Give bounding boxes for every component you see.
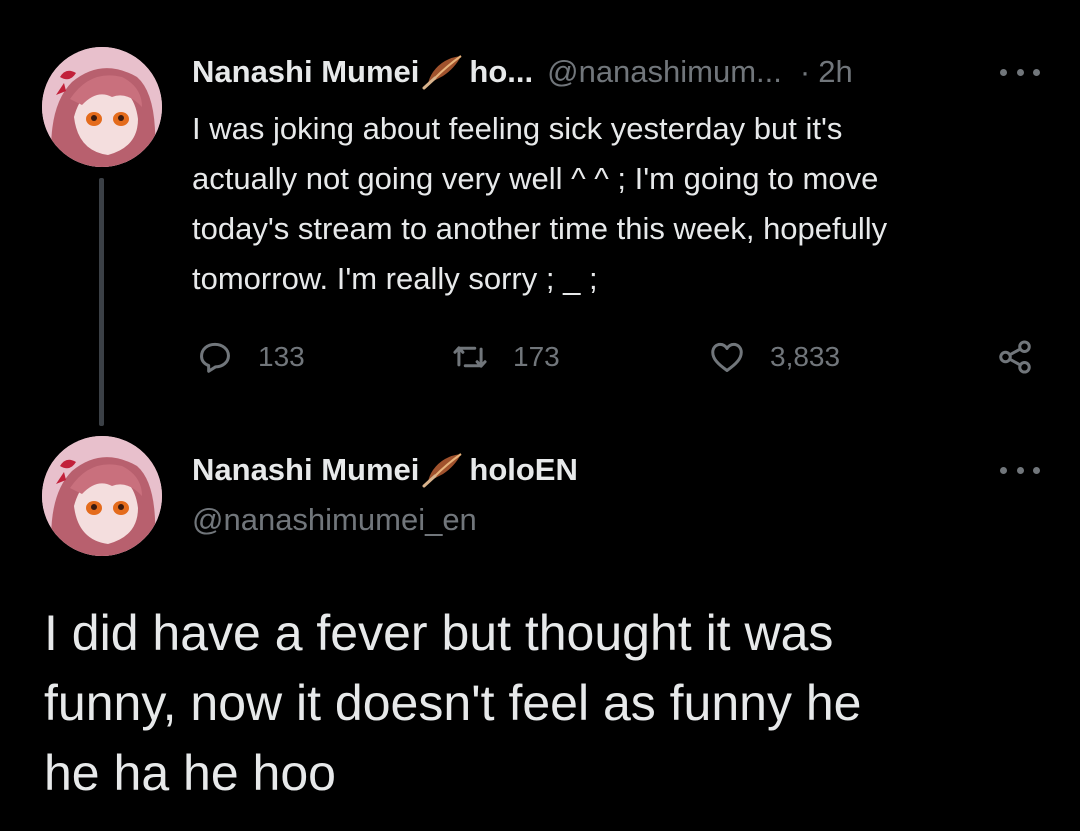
- avatar[interactable]: [42, 436, 162, 556]
- reply-count: 133: [258, 341, 305, 372]
- main-tweet-header: Nanashi Mumei holoEN: [192, 450, 578, 490]
- affiliation: holoEN: [469, 452, 578, 487]
- share-button[interactable]: [996, 335, 1034, 379]
- avatar-image: [42, 47, 162, 167]
- thread-connector-line: [99, 178, 104, 426]
- feather-icon: [421, 452, 465, 488]
- handle[interactable]: @nanashimum...: [547, 52, 782, 92]
- tweet-text-line: he ha he hoo: [44, 745, 336, 801]
- tweet-text-line: tomorrow. I'm really sorry ; _ ;: [192, 261, 598, 296]
- tweet-text-line: funny, now it doesn't feel as funny he: [44, 675, 862, 731]
- reply-tweet-header: Nanashi Mumei ho... @nanashimum... · 2h: [192, 52, 853, 92]
- affiliation-truncated: ho...: [469, 54, 534, 89]
- timestamp[interactable]: 2h: [818, 52, 852, 92]
- main-tweet-text: I did have a fever but thought it was fu…: [44, 598, 1064, 808]
- more-icon[interactable]: [1000, 62, 1040, 82]
- handle[interactable]: @nanashimumei_en: [192, 500, 477, 540]
- reply-icon: [200, 342, 230, 373]
- tweet-text-line: I was joking about feeling sick yesterda…: [192, 111, 843, 146]
- retweet-count: 173: [513, 341, 560, 372]
- tweet-text-line: I did have a fever but thought it was: [44, 605, 834, 661]
- retweet-button[interactable]: 173: [451, 335, 560, 379]
- feather-icon: [421, 54, 465, 90]
- tweet-text-line: actually not going very well ^ ^ ; I'm g…: [192, 161, 879, 196]
- like-button[interactable]: 3,833: [708, 335, 840, 379]
- tweet-text-line: today's stream to another time this week…: [192, 211, 888, 246]
- time-separator: ·: [799, 54, 811, 89]
- share-icon: [999, 340, 1031, 374]
- retweet-icon: [453, 346, 487, 368]
- avatar[interactable]: [42, 47, 162, 167]
- reply-tweet-text: I was joking about feeling sick yesterda…: [192, 104, 1062, 304]
- more-icon[interactable]: [1000, 460, 1040, 480]
- reply-button[interactable]: 133: [196, 335, 305, 379]
- like-icon: [711, 342, 743, 372]
- like-count: 3,833: [770, 341, 841, 372]
- avatar-image: [42, 436, 162, 556]
- display-name[interactable]: Nanashi Mumei: [192, 450, 419, 490]
- display-name[interactable]: Nanashi Mumei: [192, 52, 419, 92]
